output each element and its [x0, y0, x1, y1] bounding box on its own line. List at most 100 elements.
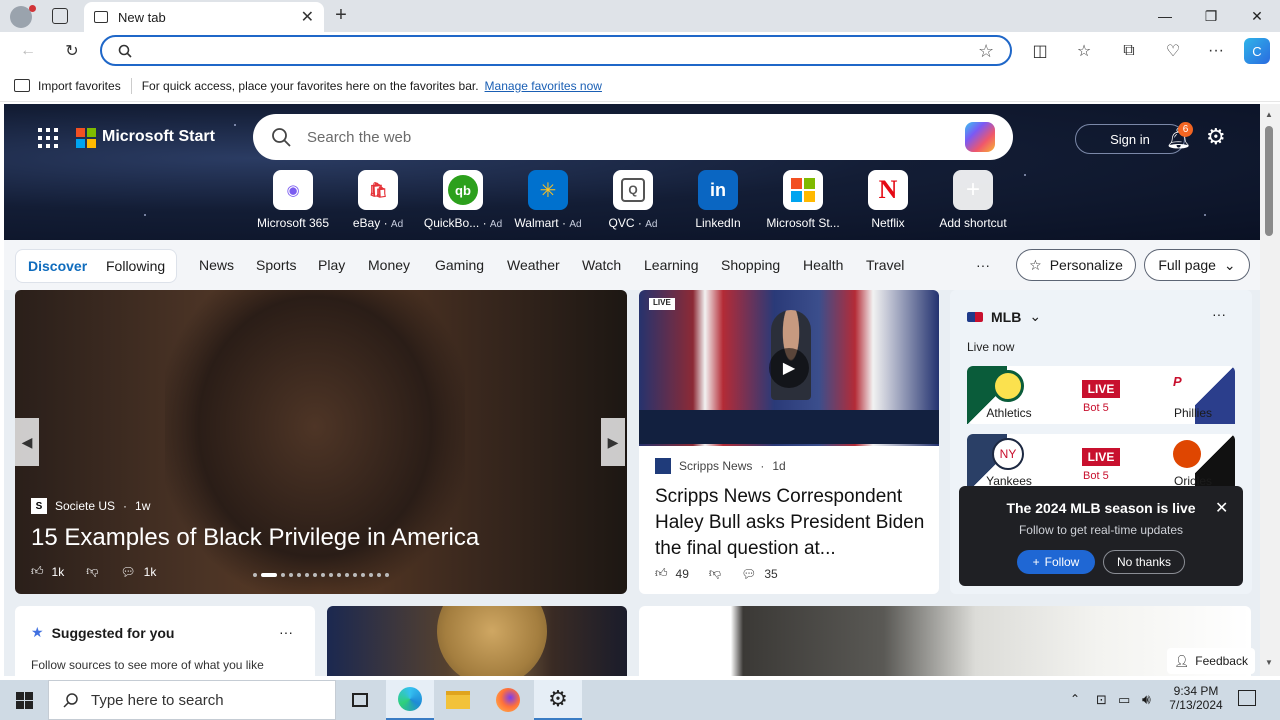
volume-icon[interactable]: 🔊︎: [1142, 691, 1151, 708]
back-arrow-icon[interactable]: ←: [15, 38, 41, 64]
star: [144, 214, 146, 216]
nav-news[interactable]: News: [199, 257, 234, 273]
start-page: Microsoft Start Search the web Sign in 🔔…: [4, 104, 1260, 676]
settings-gear-icon[interactable]: ⚙: [534, 680, 582, 720]
title-bar: New tab ✕ + — ❐ ✕: [0, 0, 1280, 32]
article-card-image[interactable]: [639, 606, 1251, 676]
nav-more-button[interactable]: ···: [976, 257, 990, 273]
scrollbar-thumb[interactable]: [1265, 126, 1273, 236]
no-thanks-button[interactable]: No thanks: [1103, 550, 1185, 574]
taskbar-search-box[interactable]: Type here to search: [48, 680, 336, 720]
nav-gaming[interactable]: Gaming: [435, 257, 484, 273]
comment-icon[interactable]: 💬︎: [741, 567, 756, 581]
import-favorites-button[interactable]: Import favorites: [38, 79, 121, 93]
more-options-icon[interactable]: ···: [279, 624, 293, 640]
favorites-icon[interactable]: ☆: [1071, 38, 1097, 64]
firefox-icon[interactable]: [484, 680, 532, 720]
nav-watch[interactable]: Watch: [582, 257, 621, 273]
nav-weather[interactable]: Weather: [507, 257, 560, 273]
shortcut-walmart[interactable]: ✳ Walmart · Ad: [505, 170, 591, 230]
article-headline[interactable]: 15 Examples of Black Privilege in Americ…: [31, 524, 479, 552]
article-card-image[interactable]: [327, 606, 627, 676]
clock[interactable]: 9:34 PM 7/13/2024: [1168, 684, 1224, 712]
featured-article-card[interactable]: ◀ ▶ S Societe US · 1w 15 Examples of Bla…: [15, 290, 627, 594]
dislike-icon[interactable]: 👎︎: [86, 564, 98, 579]
split-screen-icon[interactable]: ◫: [1027, 38, 1053, 64]
nav-travel[interactable]: Travel: [866, 257, 904, 273]
shortcut-quickbooks[interactable]: qb QuickBo... · Ad: [420, 170, 506, 230]
video-headline[interactable]: Scripps News Correspondent Haley Bull as…: [655, 484, 927, 562]
favorite-star-icon[interactable]: ☆: [978, 41, 994, 62]
address-bar[interactable]: ☆: [100, 35, 1012, 66]
page-settings-gear-icon[interactable]: ⚙: [1206, 124, 1226, 150]
nav-money[interactable]: Money: [368, 257, 410, 273]
mlb-header[interactable]: MLB ⌄: [967, 308, 1041, 325]
like-icon[interactable]: 👍︎: [655, 566, 668, 581]
more-options-icon[interactable]: ···: [1212, 306, 1226, 322]
nav-play[interactable]: Play: [318, 257, 345, 273]
article-reactions: 👍︎ 1k 👎︎ 💬︎ 1k: [31, 564, 156, 579]
like-icon[interactable]: 👍︎: [31, 564, 44, 579]
tab-following[interactable]: Following: [106, 258, 165, 274]
scroll-up-arrow-icon[interactable]: ▲: [1265, 110, 1273, 119]
start-button[interactable]: [0, 680, 48, 720]
shortcut-qvc[interactable]: Q QVC · Ad: [590, 170, 676, 230]
nav-learning[interactable]: Learning: [644, 257, 699, 273]
nav-health[interactable]: Health: [803, 257, 843, 273]
carousel-next-button[interactable]: ▶: [601, 418, 625, 466]
nav-shopping[interactable]: Shopping: [721, 257, 780, 273]
shortcut-ebay[interactable]: 🛍︎ eBay · Ad: [335, 170, 421, 230]
settings-more-icon[interactable]: ···: [1203, 38, 1229, 64]
shortcut-microsoft-365[interactable]: ◉ Microsoft 365: [250, 170, 336, 230]
netflix-icon: N: [868, 170, 908, 210]
close-tab-icon[interactable]: ✕: [301, 7, 314, 27]
shortcut-add[interactable]: + Add shortcut: [930, 170, 1016, 230]
manage-favorites-link[interactable]: Manage favorites now: [485, 79, 602, 93]
shortcut-netflix[interactable]: N Netflix: [845, 170, 931, 230]
refresh-icon[interactable]: ↻: [59, 38, 85, 64]
game-row[interactable]: NY Yankees LIVE Bot 5 Orioles: [967, 434, 1235, 492]
article-source: Societe US: [55, 499, 116, 513]
copilot-icon[interactable]: [965, 122, 995, 152]
notification-center-icon[interactable]: [1238, 690, 1256, 706]
tab-discover[interactable]: Discover: [28, 258, 87, 274]
brand-title[interactable]: Microsoft Start: [102, 128, 215, 146]
file-explorer-icon[interactable]: [434, 680, 482, 720]
game-row[interactable]: Athletics LIVE Bot 5 P Phillies: [967, 366, 1235, 424]
tab-actions-icon[interactable]: [52, 8, 68, 24]
scroll-down-arrow-icon[interactable]: ▼: [1265, 658, 1273, 667]
personalize-button[interactable]: ☆ Personalize: [1016, 249, 1136, 281]
show-hidden-icons-chevron-icon[interactable]: ⌃: [1070, 692, 1080, 706]
restore-button[interactable]: ❐: [1188, 0, 1234, 32]
minimize-button[interactable]: —: [1142, 0, 1188, 32]
edge-taskbar-icon[interactable]: [386, 680, 434, 720]
tab-new-tab[interactable]: New tab ✕: [84, 2, 324, 32]
browser-essentials-icon[interactable]: ♡: [1160, 38, 1186, 64]
device-icon[interactable]: ⊡: [1096, 692, 1107, 708]
shortcut-microsoft-store[interactable]: Microsoft St...: [760, 170, 846, 230]
follow-button[interactable]: + Follow: [1017, 550, 1095, 574]
new-tab-button[interactable]: +: [330, 4, 352, 26]
close-window-button[interactable]: ✕: [1234, 0, 1280, 32]
web-search-box[interactable]: Search the web: [253, 114, 1013, 160]
nav-sports[interactable]: Sports: [256, 257, 296, 273]
video-article-card[interactable]: LIVE ▶ Scripps News · 1d Scripps News Co…: [639, 290, 939, 594]
play-icon[interactable]: ▶: [769, 348, 809, 388]
layout-dropdown[interactable]: Full page ⌄: [1144, 249, 1250, 281]
shortcut-linkedin[interactable]: in LinkedIn: [675, 170, 761, 230]
task-view-icon[interactable]: [336, 680, 384, 720]
collections-icon[interactable]: ⧉: [1116, 38, 1142, 64]
microsoft-store-icon: [783, 170, 823, 210]
page-scrollbar[interactable]: ▲ ▼: [1260, 104, 1280, 676]
feedback-button[interactable]: 👤︎ Feedback: [1167, 648, 1255, 674]
linkedin-icon: in: [698, 170, 738, 210]
microsoft-365-icon: ◉: [273, 170, 313, 210]
app-launcher-icon[interactable]: [38, 128, 58, 148]
copilot-icon[interactable]: C: [1244, 38, 1270, 64]
comment-count: 35: [764, 566, 778, 581]
close-icon[interactable]: ✕: [1215, 498, 1228, 518]
comment-icon[interactable]: 💬︎: [120, 565, 135, 579]
network-icon[interactable]: ▭: [1118, 692, 1130, 708]
dislike-icon[interactable]: 👎︎: [709, 566, 721, 581]
carousel-prev-button[interactable]: ◀: [15, 418, 39, 466]
